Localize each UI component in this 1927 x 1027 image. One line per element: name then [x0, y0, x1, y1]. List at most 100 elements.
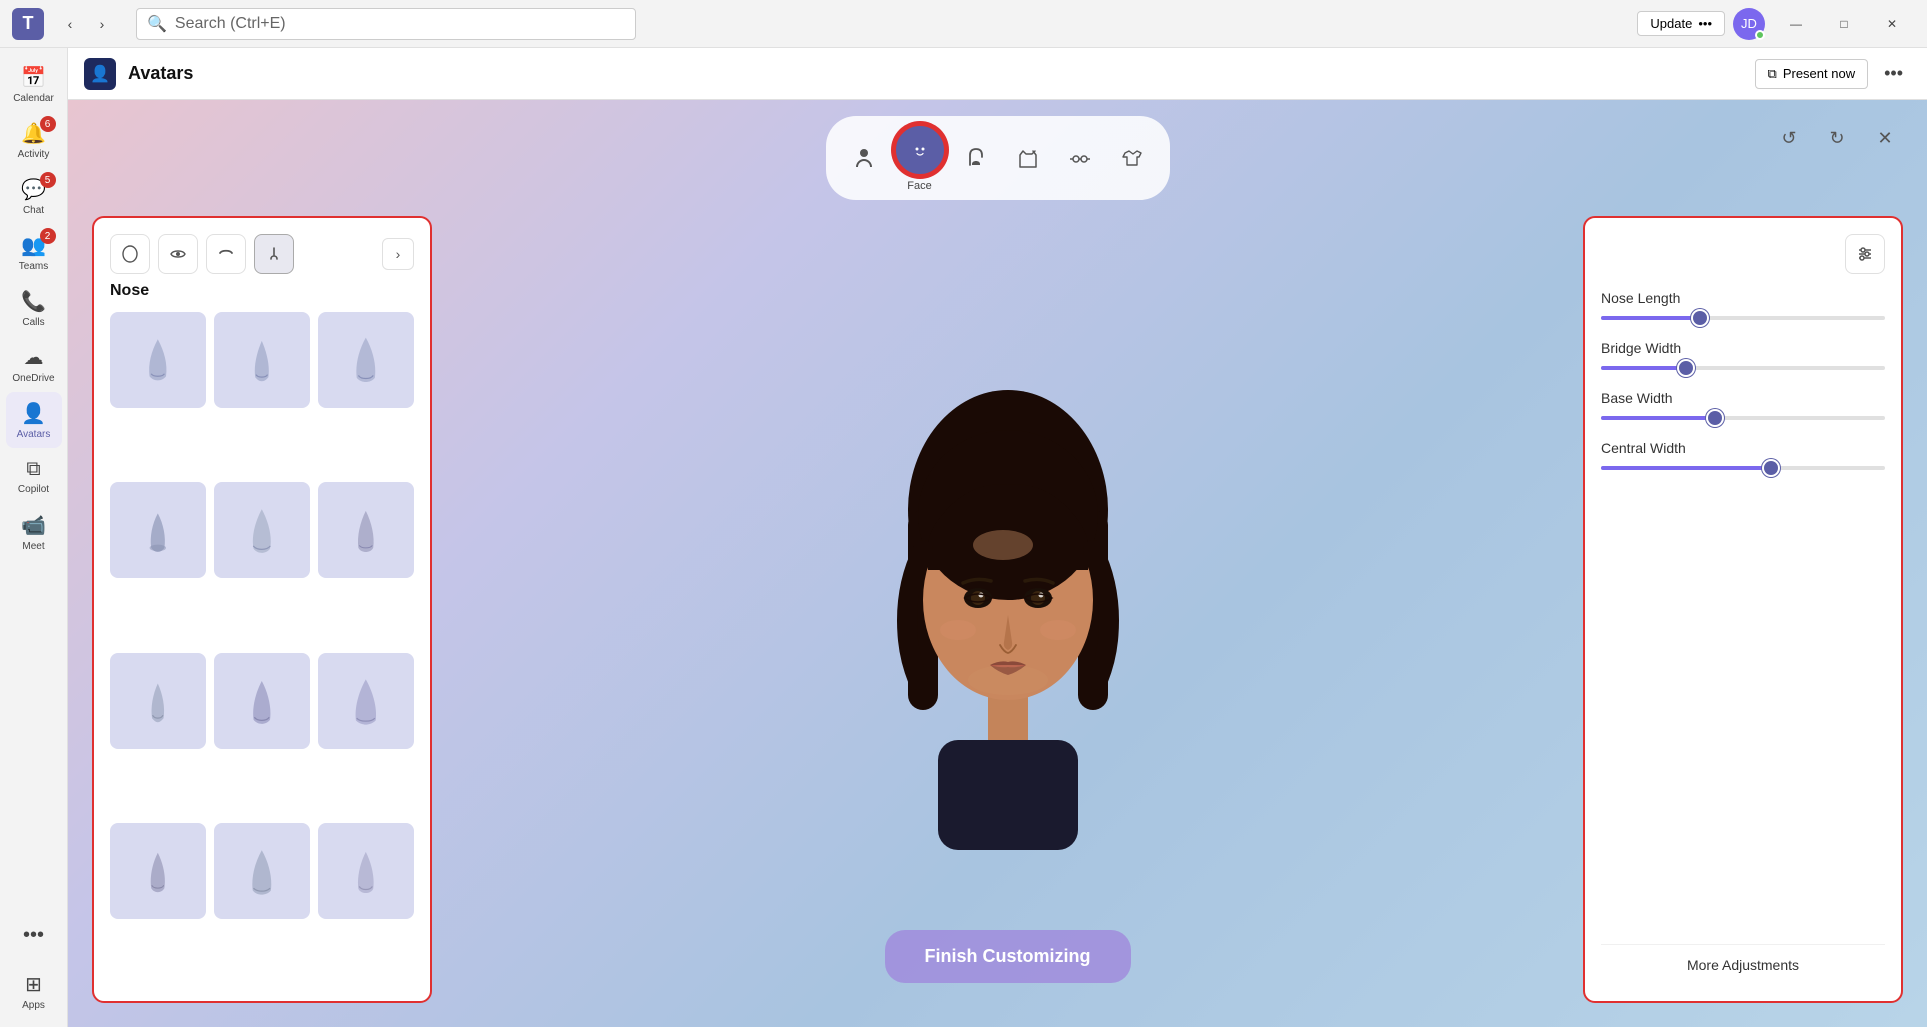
- app-body: 📅 Calendar 🔔 6 Activity 💬 5 Chat 👥 2 Tea…: [0, 48, 1927, 1027]
- nose-option-9[interactable]: [318, 653, 414, 749]
- teams-badge: 2: [40, 228, 56, 244]
- online-status: [1755, 30, 1765, 40]
- central-width-thumb[interactable]: [1764, 461, 1778, 475]
- app-logo: T: [12, 8, 44, 40]
- nose-grid: [94, 312, 430, 1001]
- sidebar-item-label: Avatars: [17, 429, 51, 440]
- tab-hair[interactable]: [954, 136, 998, 180]
- title-bar-right: Update ••• JD — □ ✕: [1637, 8, 1915, 40]
- sidebar-item-chat[interactable]: 💬 5 Chat: [6, 168, 62, 224]
- nose-section-title: Nose: [94, 282, 430, 312]
- toolbar-pills: Face: [826, 116, 1170, 200]
- apps-icon: ⊞: [25, 972, 42, 997]
- central-width-group: Central Width: [1601, 440, 1885, 470]
- toolbar-right-controls: ↺ ↻ ✕: [1771, 120, 1903, 156]
- sidebar-item-label: Apps: [22, 1000, 45, 1011]
- sidebar-item-label: Copilot: [18, 484, 49, 495]
- sidebar-item-avatars[interactable]: 👤 Avatars: [6, 392, 62, 448]
- present-now-button[interactable]: ⧉ Present now: [1755, 59, 1869, 89]
- nose-option-2[interactable]: [214, 312, 310, 408]
- more-adjustments-button[interactable]: More Adjustments: [1601, 944, 1885, 985]
- undo-button[interactable]: ↺: [1771, 120, 1807, 156]
- chat-badge: 5: [40, 172, 56, 188]
- onedrive-icon: ☁: [24, 345, 44, 370]
- nose-option-6[interactable]: [318, 482, 414, 578]
- adjustments-icon-button[interactable]: [1845, 234, 1885, 274]
- window-controls: — □ ✕: [1773, 8, 1915, 40]
- tab-eyes[interactable]: [158, 234, 198, 274]
- base-width-thumb[interactable]: [1708, 411, 1722, 425]
- search-bar[interactable]: 🔍 Search (Ctrl+E): [136, 8, 636, 40]
- tab-face-wrapper: Face: [894, 124, 946, 192]
- next-tab-arrow[interactable]: ›: [382, 238, 414, 270]
- sidebar-item-activity[interactable]: 🔔 6 Activity: [6, 112, 62, 168]
- sidebar-item-teams[interactable]: 👥 2 Teams: [6, 224, 62, 280]
- nose-option-1[interactable]: [110, 312, 206, 408]
- minimize-button[interactable]: —: [1773, 8, 1819, 40]
- sidebar-item-label: Calls: [22, 317, 44, 328]
- central-width-track[interactable]: [1601, 466, 1885, 470]
- nose-option-7[interactable]: [110, 653, 206, 749]
- bridge-width-track[interactable]: [1601, 366, 1885, 370]
- sidebar-item-copilot[interactable]: ⧉ Copilot: [6, 448, 62, 504]
- avatars-icon: 👤: [21, 401, 46, 426]
- sidebar-item-meet[interactable]: 📹 Meet: [6, 504, 62, 560]
- close-button[interactable]: ✕: [1869, 8, 1915, 40]
- close-customizer-button[interactable]: ✕: [1867, 120, 1903, 156]
- more-options-button[interactable]: •••: [1876, 59, 1911, 88]
- center-avatar: Finish Customizing: [456, 216, 1559, 1003]
- nose-length-track[interactable]: [1601, 316, 1885, 320]
- forward-button[interactable]: ›: [88, 10, 116, 38]
- update-button[interactable]: Update •••: [1637, 11, 1725, 36]
- maximize-button[interactable]: □: [1821, 8, 1867, 40]
- back-button[interactable]: ‹: [56, 10, 84, 38]
- tab-nose[interactable]: [254, 234, 294, 274]
- sidebar-item-onedrive[interactable]: ☁ OneDrive: [6, 336, 62, 392]
- tab-eyebrows[interactable]: [206, 234, 246, 274]
- calls-icon: 📞: [21, 289, 46, 314]
- base-width-track[interactable]: [1601, 416, 1885, 420]
- nose-option-11[interactable]: [214, 823, 310, 919]
- nose-length-group: Nose Length: [1601, 290, 1885, 320]
- sidebar-item-more[interactable]: •••: [6, 907, 62, 963]
- sidebar-item-apps[interactable]: ⊞ Apps: [6, 963, 62, 1019]
- meet-icon: 📹: [21, 513, 46, 538]
- search-placeholder: Search (Ctrl+E): [175, 15, 286, 33]
- bridge-width-group: Bridge Width: [1601, 340, 1885, 370]
- base-width-group: Base Width: [1601, 390, 1885, 420]
- nose-option-10[interactable]: [110, 823, 206, 919]
- finish-customizing-button[interactable]: Finish Customizing: [885, 930, 1131, 983]
- nose-option-8[interactable]: [214, 653, 310, 749]
- avatar-display: [818, 360, 1198, 860]
- tab-face-shape[interactable]: [110, 234, 150, 274]
- header-right: ⧉ Present now •••: [1755, 59, 1911, 89]
- title-bar: T ‹ › 🔍 Search (Ctrl+E) Update ••• JD — …: [0, 0, 1927, 48]
- sidebar-item-calls[interactable]: 📞 Calls: [6, 280, 62, 336]
- sidebar-item-label: Activity: [18, 149, 50, 160]
- user-avatar[interactable]: JD: [1733, 8, 1765, 40]
- tab-face-label: Face: [907, 180, 931, 192]
- sidebar-item-label: Calendar: [13, 93, 54, 104]
- customizer-area: Face ↺: [68, 100, 1927, 1027]
- tab-face[interactable]: [894, 124, 946, 176]
- tab-clothing[interactable]: [1110, 136, 1154, 180]
- bridge-width-label: Bridge Width: [1601, 340, 1885, 356]
- nose-option-12[interactable]: [318, 823, 414, 919]
- nose-option-4[interactable]: [110, 482, 206, 578]
- nose-option-3[interactable]: [318, 312, 414, 408]
- tab-outfit[interactable]: [1006, 136, 1050, 180]
- nose-option-5[interactable]: [214, 482, 310, 578]
- tab-body[interactable]: [842, 136, 886, 180]
- content-row: › Nose: [68, 216, 1927, 1027]
- top-toolbar: Face: [68, 100, 1927, 216]
- tab-accessories[interactable]: [1058, 136, 1102, 180]
- central-width-label: Central Width: [1601, 440, 1885, 456]
- redo-button[interactable]: ↻: [1819, 120, 1855, 156]
- sidebar-item-calendar[interactable]: 📅 Calendar: [6, 56, 62, 112]
- left-panel: › Nose: [92, 216, 432, 1003]
- avatars-app-icon: 👤: [84, 58, 116, 90]
- sidebar-item-label: Meet: [22, 541, 44, 552]
- nose-length-thumb[interactable]: [1693, 311, 1707, 325]
- bridge-width-thumb[interactable]: [1679, 361, 1693, 375]
- app-header: 👤 Avatars ⧉ Present now •••: [68, 48, 1927, 100]
